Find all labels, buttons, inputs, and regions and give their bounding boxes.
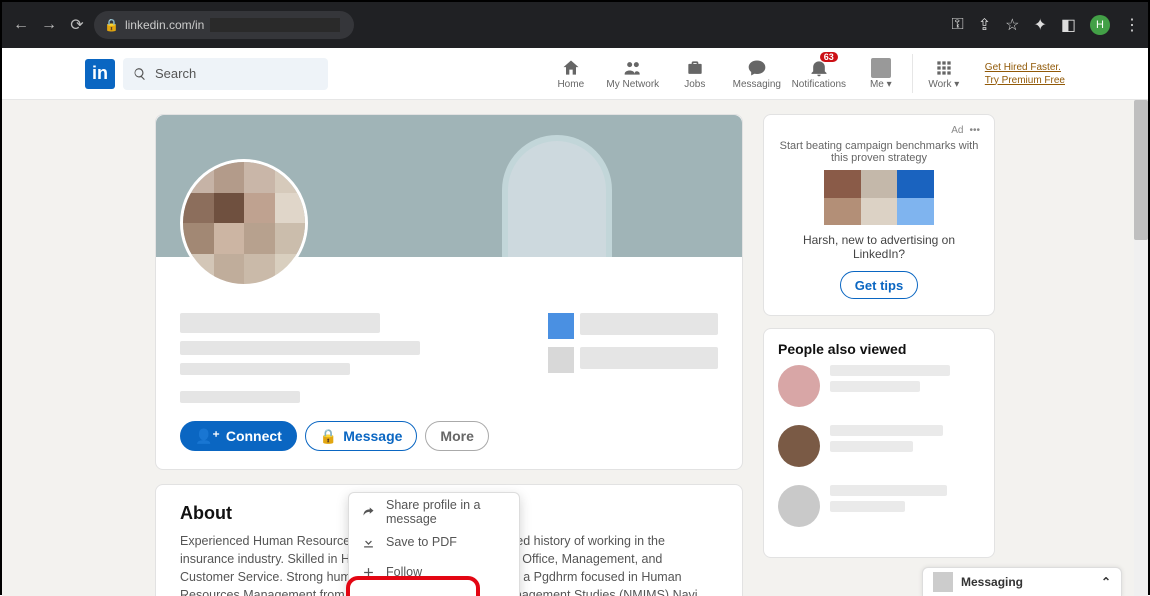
profile-card: 👤⁺Connect 🔒Message More <box>155 114 743 470</box>
forward-icon[interactable]: → <box>38 14 60 36</box>
nav-jobs[interactable]: Jobs <box>664 48 726 99</box>
pav-item[interactable] <box>778 485 980 527</box>
share-icon[interactable]: ⇪ <box>978 15 991 35</box>
profile-name-redacted <box>180 313 380 333</box>
notification-badge: 63 <box>820 52 838 62</box>
nav-me[interactable]: Me ▾ <box>850 48 912 99</box>
search-placeholder: Search <box>155 66 196 81</box>
panel-icon[interactable]: ◧ <box>1061 15 1076 35</box>
linkedin-nav: in Search Home My Network Jobs Messaging… <box>2 48 1148 100</box>
ad-card: Ad ••• Start beating campaign benchmarks … <box>763 114 995 316</box>
menu-follow[interactable]: Follow <box>349 557 519 587</box>
menu-share-profile[interactable]: Share profile in a message <box>349 497 519 527</box>
nav-network[interactable]: My Network <box>602 48 664 99</box>
connect-button[interactable]: 👤⁺Connect <box>180 421 297 451</box>
more-dropdown: Share profile in a message Save to PDF F… <box>348 492 520 596</box>
profile-headline-redacted <box>180 341 420 355</box>
ad-image <box>824 170 934 225</box>
ad-menu-icon[interactable]: ••• <box>969 125 980 136</box>
premium-promo[interactable]: Get Hired Faster. Try Premium Free <box>975 48 1065 99</box>
company-logo-redacted <box>548 313 574 339</box>
get-tips-button[interactable]: Get tips <box>840 271 918 299</box>
ad-label: Ad <box>951 125 963 136</box>
chevron-up-icon: ⌃ <box>1101 575 1111 589</box>
more-button[interactable]: More <box>425 421 488 451</box>
school-logo-redacted <box>548 347 574 373</box>
profile-avatar[interactable]: H <box>1090 15 1110 35</box>
menu-save-pdf[interactable]: Save to PDF <box>349 527 519 557</box>
ad-line: Harsh, new to advertising on LinkedIn? <box>778 233 980 261</box>
share-arrow-icon <box>361 505 376 520</box>
kebab-icon[interactable]: ⋮ <box>1124 15 1140 35</box>
linkedin-logo[interactable]: in <box>85 59 115 89</box>
url-redacted <box>210 18 340 32</box>
search-input[interactable]: Search <box>123 58 328 90</box>
dock-avatar <box>933 572 953 592</box>
pav-item[interactable] <box>778 425 980 467</box>
reload-icon[interactable]: ⟳ <box>66 14 88 36</box>
back-icon[interactable]: ← <box>10 14 32 36</box>
page-scrollbar[interactable] <box>1134 100 1148 596</box>
people-also-viewed-card: People also viewed <box>763 328 995 558</box>
browser-toolbar: ← → ⟳ 🔒 linkedin.com/in ⚿ ⇪ ☆ ✦ ◧ H ⋮ <box>2 2 1148 48</box>
messaging-dock[interactable]: Messaging ⌃ <box>922 567 1122 596</box>
nav-work[interactable]: Work ▾ <box>913 48 975 99</box>
profile-location-redacted <box>180 363 350 375</box>
url-text: linkedin.com/in <box>125 18 204 32</box>
star-icon[interactable]: ☆ <box>1005 15 1019 35</box>
pav-heading: People also viewed <box>778 341 980 357</box>
pav-item[interactable] <box>778 365 980 407</box>
ad-tagline: Start beating campaign benchmarks with t… <box>778 140 980 164</box>
profile-connections-redacted <box>180 391 300 403</box>
lock-icon: 🔒 <box>104 18 119 32</box>
key-icon[interactable]: ⚿ <box>952 16 964 34</box>
nav-messaging[interactable]: Messaging <box>726 48 788 99</box>
extensions-icon[interactable]: ✦ <box>1033 15 1046 35</box>
search-icon <box>133 67 147 81</box>
nav-home[interactable]: Home <box>540 48 602 99</box>
message-button[interactable]: 🔒Message <box>305 421 418 451</box>
nav-notifications[interactable]: 63Notifications <box>788 48 850 99</box>
url-bar[interactable]: 🔒 linkedin.com/in <box>94 11 354 39</box>
download-icon <box>361 535 376 550</box>
plus-icon <box>361 565 376 580</box>
